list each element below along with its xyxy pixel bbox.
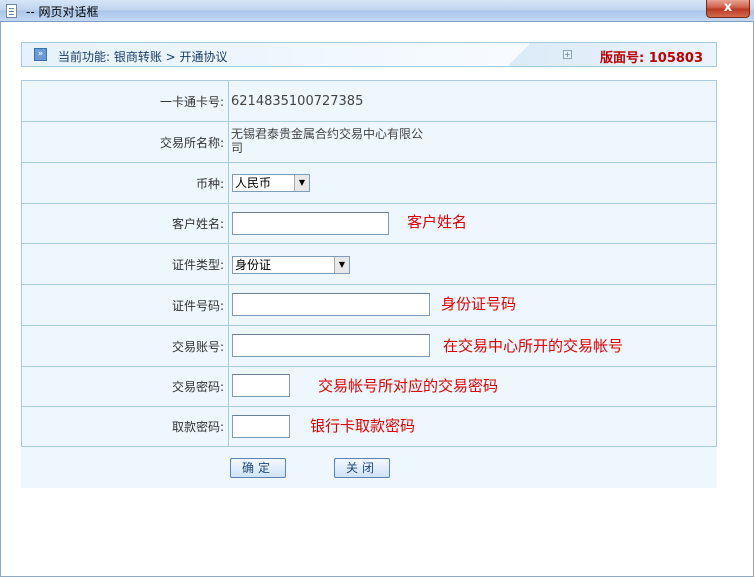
exchange-name-label: 交易所名称: [22, 122, 229, 162]
dropdown-arrow-icon[interactable]: ▼ [334, 257, 349, 273]
id-number-hint: 身份证号码 [441, 295, 517, 313]
trade-account-label: 交易账号: [22, 326, 229, 366]
card-number-label: 一卡通卡号: [22, 81, 229, 121]
window-title: -- 网页对话框 [26, 5, 99, 19]
exchange-name-row: 交易所名称: 无锡君泰贵金属合约交易中心有限公司 [22, 122, 716, 163]
exchange-name-value: 无锡君泰贵金属合约交易中心有限公司 [231, 127, 424, 155]
trade-password-label: 交易密码: [22, 367, 229, 406]
function-header: » 当前功能: 银商转账 > 开通协议 + 版面号: 105803 [21, 42, 717, 67]
withdraw-password-input[interactable] [232, 415, 290, 438]
agreement-form: 一卡通卡号: 6214835100727385 交易所名称: 无锡君泰贵金属合约… [21, 80, 717, 447]
breadcrumb: 当前功能: 银商转账 > 开通协议 [58, 50, 228, 64]
card-number-row: 一卡通卡号: 6214835100727385 [22, 81, 716, 122]
card-number-value: 6214835100727385 [231, 93, 364, 109]
trade-password-row: 交易密码: 交易帐号所对应的交易密码 [22, 367, 716, 407]
version-number: 版面号: 105803 [600, 51, 703, 66]
page-icon [6, 4, 17, 18]
withdraw-password-hint: 银行卡取款密码 [310, 417, 416, 435]
withdraw-password-row: 取款密码: 银行卡取款密码 [22, 407, 716, 446]
button-area: 确定 关闭 [21, 447, 717, 488]
currency-row: 币种: 人民币 ▼ [22, 163, 716, 204]
dropdown-arrow-icon[interactable]: ▼ [294, 175, 309, 191]
collapse-icon: » [34, 48, 47, 61]
currency-select[interactable]: 人民币 ▼ [232, 174, 310, 192]
id-number-input[interactable] [232, 293, 430, 316]
id-type-label: 证件类型: [22, 244, 229, 284]
customer-name-label: 客户姓名: [22, 204, 229, 243]
id-number-row: 证件号码: 身份证号码 [22, 285, 716, 326]
currency-selected: 人民币 [235, 176, 272, 190]
id-number-label: 证件号码: [22, 285, 229, 325]
close-button[interactable]: 关闭 [334, 458, 390, 478]
trade-password-input[interactable] [232, 374, 290, 397]
id-type-selected: 身份证 [235, 258, 272, 272]
trade-account-input[interactable] [232, 334, 430, 357]
trade-password-hint: 交易帐号所对应的交易密码 [318, 377, 499, 395]
id-type-select[interactable]: 身份证 ▼ [232, 256, 350, 274]
customer-name-input[interactable] [232, 212, 389, 235]
customer-name-hint: 客户姓名 [407, 213, 468, 231]
trade-account-row: 交易账号: 在交易中心所开的交易帐号 [22, 326, 716, 367]
title-bar: -- 网页对话框 x [0, 0, 754, 22]
expand-icon[interactable]: + [563, 50, 572, 59]
trade-account-hint: 在交易中心所开的交易帐号 [443, 337, 624, 355]
close-window-button[interactable]: x [706, 0, 750, 18]
currency-label: 币种: [22, 163, 229, 203]
id-type-row: 证件类型: 身份证 ▼ [22, 244, 716, 285]
customer-name-row: 客户姓名: 客户姓名 [22, 204, 716, 244]
withdraw-password-label: 取款密码: [22, 407, 229, 446]
confirm-button[interactable]: 确定 [230, 458, 286, 478]
